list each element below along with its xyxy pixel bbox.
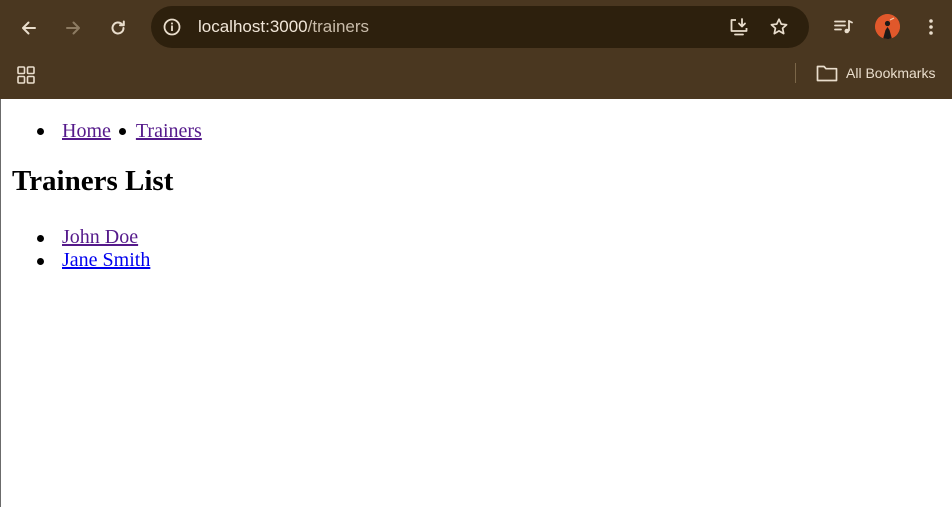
- install-app-icon: [730, 18, 748, 36]
- bullet-icon: [37, 128, 44, 135]
- browser-chrome: localhost:3000/trainers All Bookmarks: [0, 0, 952, 99]
- browser-menu-button[interactable]: [917, 13, 945, 41]
- back-button[interactable]: [12, 11, 46, 45]
- site-nav: Home Trainers: [37, 119, 202, 143]
- bullet-icon: [37, 235, 44, 242]
- forward-button[interactable]: [56, 11, 90, 45]
- folder-icon: [816, 65, 838, 82]
- avatar-icon: [875, 14, 900, 39]
- url-text[interactable]: localhost:3000/trainers: [198, 6, 369, 48]
- media-controls-button[interactable]: [829, 13, 857, 41]
- bookmark-star-button[interactable]: [767, 15, 791, 39]
- bookmarks-bar: All Bookmarks: [0, 54, 952, 99]
- all-bookmarks-button[interactable]: All Bookmarks: [815, 60, 935, 86]
- list-item: John Doe: [37, 226, 150, 249]
- trainer-link[interactable]: John Doe: [62, 226, 138, 248]
- nav-item-home: Home: [37, 119, 111, 143]
- apps-button[interactable]: [14, 63, 38, 87]
- page-content: Home Trainers Trainers List John Doe Jan…: [0, 99, 952, 507]
- star-icon: [770, 18, 788, 35]
- nav-link-trainers[interactable]: Trainers: [136, 120, 202, 142]
- apps-grid-icon: [17, 66, 35, 84]
- bullet-icon: [37, 258, 44, 265]
- profile-avatar[interactable]: [875, 14, 900, 39]
- arrow-left-icon: [22, 21, 36, 35]
- arrow-right-icon: [66, 21, 80, 35]
- address-bar[interactable]: localhost:3000/trainers: [151, 6, 809, 48]
- kebab-menu-icon: [929, 19, 933, 35]
- bullet-icon: [118, 128, 126, 135]
- list-item: Jane Smith: [37, 249, 150, 272]
- page-title: Trainers List: [12, 165, 174, 197]
- reload-icon: [111, 20, 125, 35]
- all-bookmarks-label: All Bookmarks: [846, 65, 936, 81]
- site-info-button[interactable]: [161, 16, 183, 38]
- url-path: /trainers: [307, 17, 370, 36]
- media-queue-icon: [834, 20, 853, 34]
- trainer-list: John Doe Jane Smith: [37, 226, 150, 272]
- reload-button[interactable]: [101, 11, 135, 45]
- bookmarks-separator: [795, 63, 796, 83]
- trainer-link[interactable]: Jane Smith: [62, 249, 150, 271]
- info-icon: [163, 18, 181, 36]
- nav-link-home[interactable]: Home: [62, 120, 111, 142]
- browser-toolbar: localhost:3000/trainers: [0, 0, 952, 54]
- nav-item-trainers: Trainers: [111, 119, 202, 143]
- install-app-button[interactable]: [727, 15, 751, 39]
- url-host: localhost:3000: [198, 17, 308, 36]
